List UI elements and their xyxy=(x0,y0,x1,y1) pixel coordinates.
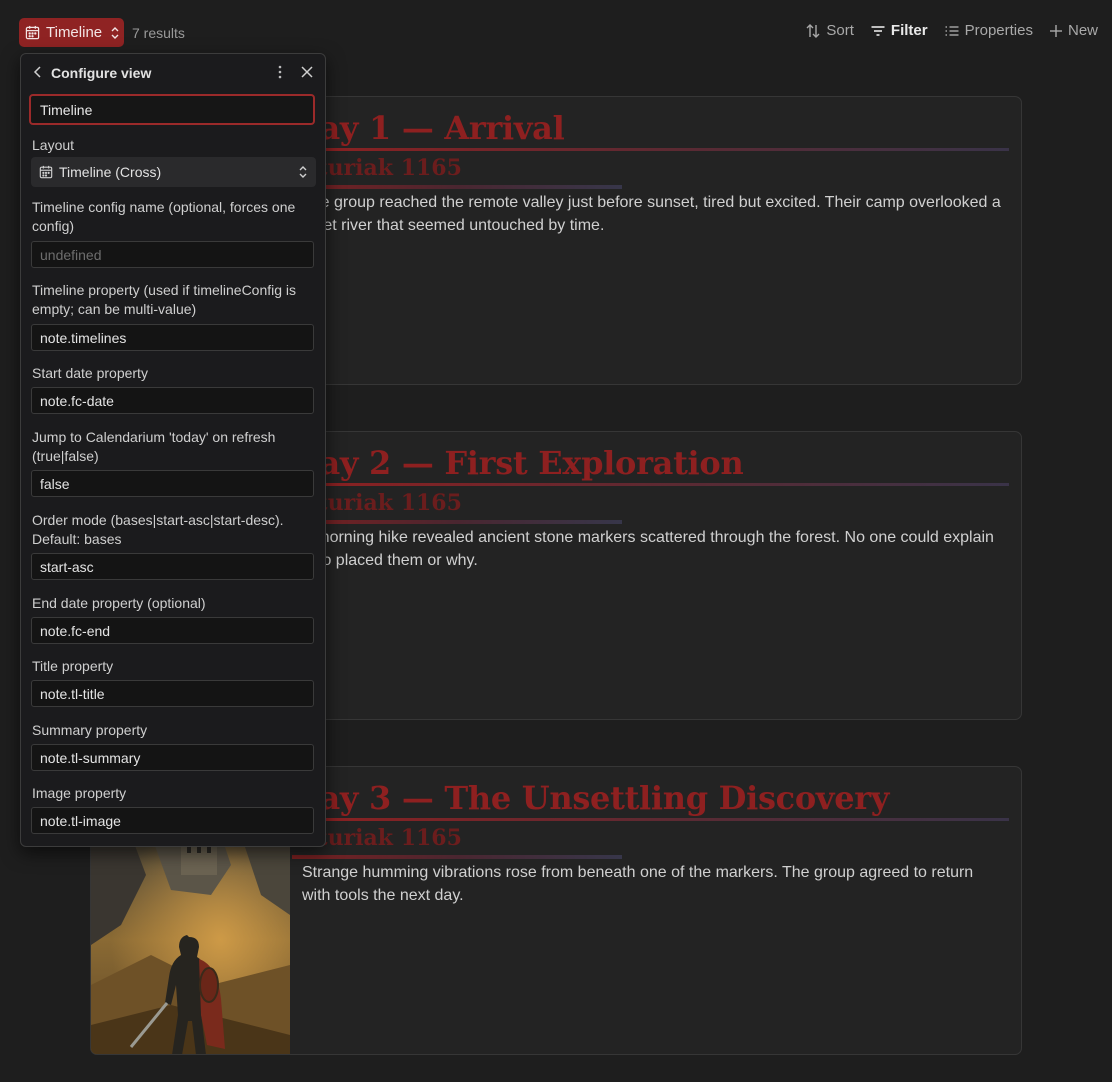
title-divider xyxy=(292,148,1009,151)
layout-label: Layout xyxy=(32,137,75,153)
summary-property-input[interactable] xyxy=(31,744,314,771)
layout-value: Timeline (Cross) xyxy=(59,164,162,180)
end-date-property-input[interactable] xyxy=(31,617,314,644)
plus-icon xyxy=(1049,24,1062,37)
title-property-label: Title property xyxy=(32,658,114,674)
title-divider xyxy=(292,818,1009,821)
card-summary: Strange humming vibrations rose from ben… xyxy=(302,864,974,904)
timeline-config-name-label: Timeline config name (optional, forces o… xyxy=(32,199,296,234)
calendar-icon xyxy=(39,165,53,179)
jump-to-today-input[interactable] xyxy=(31,470,314,497)
list-icon xyxy=(945,25,959,36)
properties-button[interactable]: Properties xyxy=(944,22,1033,39)
view-name-input[interactable] xyxy=(29,94,315,125)
order-mode-label: Order mode (bases|start-asc|start-desc).… xyxy=(32,512,284,547)
summary-property-label: Summary property xyxy=(32,722,148,738)
order-mode-input[interactable] xyxy=(31,553,314,580)
panel-title: Configure view xyxy=(51,65,152,81)
timeline-property-input[interactable] xyxy=(31,324,314,351)
more-vertical-icon[interactable] xyxy=(272,64,288,80)
view-selector-label: Timeline xyxy=(46,24,103,41)
card-summary: The group reached the remote valley just… xyxy=(302,194,1001,234)
card-title: Day 2 — First Exploration xyxy=(292,444,744,482)
chevron-up-down-icon xyxy=(111,26,119,39)
new-button[interactable]: New xyxy=(1049,22,1098,39)
date-divider xyxy=(292,520,622,524)
filter-icon xyxy=(871,25,885,36)
properties-label: Properties xyxy=(964,22,1033,39)
timeline-config-name-input[interactable] xyxy=(31,241,314,268)
new-label: New xyxy=(1067,22,1098,39)
image-property-input[interactable] xyxy=(31,807,314,834)
filter-label: Filter xyxy=(890,22,928,39)
jump-to-today-label: Jump to Calendarium 'today' on refresh (… xyxy=(32,429,276,464)
title-property-input[interactable] xyxy=(31,680,314,707)
knight-image xyxy=(91,835,290,1054)
date-divider xyxy=(292,185,622,189)
chevron-up-down-icon xyxy=(299,166,307,178)
sort-label: Sort xyxy=(826,22,854,39)
chevron-left-icon[interactable] xyxy=(31,65,45,79)
results-count: 7 results xyxy=(132,25,185,41)
image-property-label: Image property xyxy=(32,785,127,801)
sort-icon xyxy=(806,23,820,38)
layout-dropdown[interactable]: Timeline (Cross) xyxy=(31,157,316,187)
timeline-property-label: Timeline property (used if timelineConfi… xyxy=(32,282,297,317)
sort-button[interactable]: Sort xyxy=(805,22,854,39)
filter-button[interactable]: Filter xyxy=(870,22,928,39)
view-selector-button[interactable]: Timeline xyxy=(19,18,124,47)
card-title: Day 3 — The Unsettling Discovery xyxy=(292,779,890,817)
card-title: Day 1 — Arrival xyxy=(292,109,565,147)
configure-view-panel: Configure view Layout Timeline (Cross) T… xyxy=(20,53,326,847)
close-icon[interactable] xyxy=(300,65,314,79)
card-summary: A morning hike revealed ancient stone ma… xyxy=(302,529,994,569)
panel-header: Configure view xyxy=(21,54,325,92)
start-date-property-label: Start date property xyxy=(32,365,148,381)
end-date-property-label: End date property (optional) xyxy=(32,595,206,611)
date-divider xyxy=(292,855,622,859)
calendar-icon xyxy=(25,25,40,40)
start-date-property-input[interactable] xyxy=(31,387,314,414)
title-divider xyxy=(292,483,1009,486)
